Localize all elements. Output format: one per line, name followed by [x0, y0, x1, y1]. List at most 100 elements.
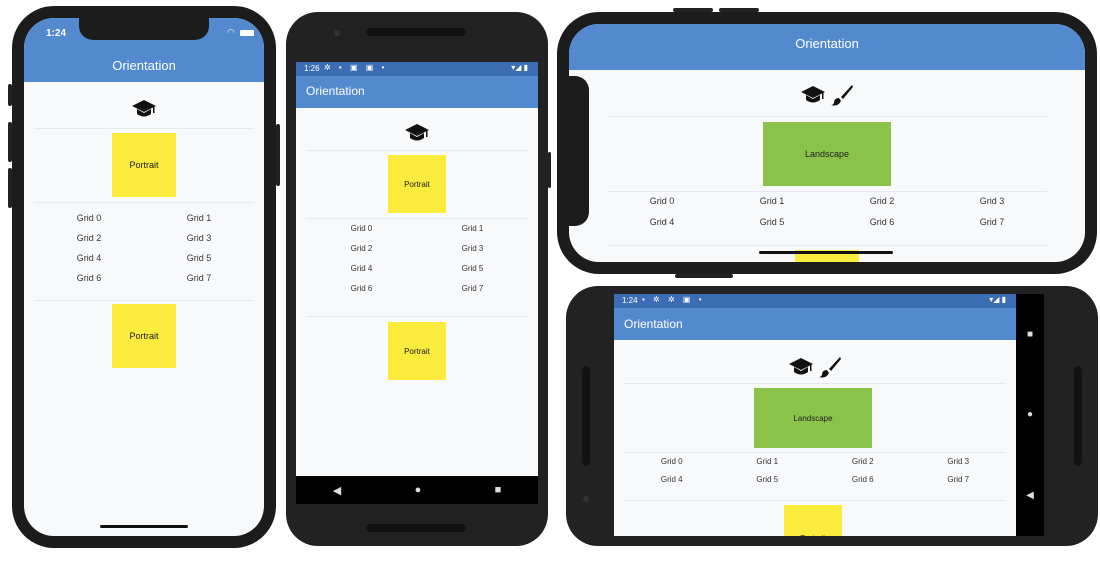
iphone-portrait-screen: 1:24 ◠ Orientation Portrait Grid 0 Grid … [24, 18, 264, 536]
divider [624, 383, 1006, 384]
icon-row [296, 122, 538, 144]
front-camera [583, 496, 589, 502]
iphone-portrait-device: 1:24 ◠ Orientation Portrait Grid 0 Grid … [8, 6, 280, 548]
android-portrait-screen: 1:26 ✲ ▪ ▣ ▣ • ▾◢ ▮ Orientation Portrait… [296, 62, 538, 504]
paint-brush-icon [830, 84, 854, 106]
power-button [276, 124, 280, 186]
volume-button [8, 168, 12, 208]
back-icon[interactable]: ◀ [333, 484, 341, 497]
status-time: 1:26 [304, 64, 320, 73]
app-bar: Orientation [614, 308, 1016, 340]
grid-item: Grid 2 [76, 233, 102, 243]
android-landscape-device: 1:24 ▪ ✲ ✲ ▣ • ▾◢ ▮ Orientation Landscap… [566, 286, 1098, 546]
page-title: Orientation [795, 36, 859, 51]
status-bar: 1:24 ▪ ✲ ✲ ▣ • ▾◢ ▮ [614, 294, 1016, 308]
grid-item: Grid 3 [947, 457, 970, 466]
grid-item: Grid 0 [649, 196, 675, 206]
back-icon[interactable]: ◀ [1026, 490, 1034, 501]
portrait-box: Portrait [112, 133, 176, 197]
power-button [675, 274, 733, 278]
portrait-label: Portrait [404, 179, 430, 189]
iphone-landscape-device: Orientation Landscape Grid 0 Grid 1 Grid… [557, 8, 1097, 278]
grid-item: Grid 5 [756, 475, 779, 484]
grid-item: Grid 1 [759, 196, 785, 206]
nav-bar: ■ ● ◀ [1016, 294, 1044, 536]
grid-item: Grid 0 [350, 224, 373, 233]
grid-item: Grid 7 [947, 475, 970, 484]
divider [624, 452, 1006, 453]
landscape-box: Landscape [763, 122, 891, 186]
grid-item: Grid 7 [979, 217, 1005, 227]
status-bar: 1:26 ✲ ▪ ▣ ▣ • ▾◢ ▮ [296, 62, 538, 76]
app-bar: Orientation [569, 24, 1085, 70]
grid-item: Grid 6 [869, 217, 895, 227]
grid-item: Grid 7 [461, 284, 484, 293]
portrait-box: Portrait [784, 505, 842, 536]
grid-item: Grid 4 [660, 475, 683, 484]
portrait-box: Portrait [388, 155, 446, 213]
graduation-cap-icon [788, 356, 814, 378]
icon-row [24, 98, 264, 120]
app-bar: Orientation [296, 76, 538, 108]
divider [607, 191, 1047, 192]
grid-item: Grid 3 [979, 196, 1005, 206]
nav-bar: ◀ ● ■ [296, 476, 538, 504]
icon-row [614, 356, 1016, 378]
grid-item: Grid 2 [350, 244, 373, 253]
portrait-label: Portrait [404, 346, 430, 356]
android-landscape-screen: 1:24 ▪ ✲ ✲ ▣ • ▾◢ ▮ Orientation Landscap… [614, 294, 1044, 536]
earpiece [366, 28, 466, 36]
grid-item: Grid 5 [461, 264, 484, 273]
power-button [548, 152, 551, 188]
android-portrait-device: 1:26 ✲ ▪ ▣ ▣ • ▾◢ ▮ Orientation Portrait… [286, 12, 551, 546]
speaker-grille [1074, 366, 1082, 466]
graduation-cap-icon [800, 84, 826, 106]
grid-item: Grid 6 [851, 475, 874, 484]
portrait-label: Portrait [129, 331, 159, 341]
divider [306, 316, 528, 317]
home-icon[interactable]: ● [1027, 409, 1033, 420]
status-time: 1:24 [46, 28, 67, 39]
divider [34, 202, 254, 203]
app-bar: 1:24 ◠ Orientation [24, 18, 264, 82]
grid-item: Grid 6 [350, 284, 373, 293]
home-indicator[interactable] [759, 251, 893, 254]
grid-item: Grid 2 [851, 457, 874, 466]
home-indicator[interactable] [100, 525, 188, 528]
volume-button [719, 8, 759, 12]
grid: Grid 0 Grid 1 Grid 2 Grid 3 Grid 4 Grid … [607, 196, 1047, 227]
grid-item: Grid 2 [869, 196, 895, 206]
grid-item: Grid 4 [350, 264, 373, 273]
divider [624, 500, 1006, 501]
volume-button [8, 84, 12, 106]
home-icon[interactable]: ● [415, 484, 422, 496]
recents-icon[interactable]: ■ [1027, 329, 1033, 340]
signal-icon: ▾◢ ▮ [989, 295, 1006, 304]
divider [306, 218, 528, 219]
page-title: Orientation [306, 84, 365, 98]
recents-icon[interactable]: ■ [495, 484, 502, 496]
portrait-label: Portrait [129, 160, 159, 170]
divider [306, 150, 528, 151]
divider [607, 116, 1047, 117]
notification-icons: ✲ ▪ ▣ ▣ • [324, 63, 388, 72]
grid-item: Grid 1 [186, 213, 212, 223]
signal-icon: ▾◢ ▮ [511, 63, 528, 72]
grid-item: Grid 4 [76, 253, 102, 263]
grid-item: Grid 3 [186, 233, 212, 243]
grid-item: Grid 0 [76, 213, 102, 223]
notch [79, 18, 209, 40]
divider [34, 300, 254, 301]
grid-item: Grid 1 [756, 457, 779, 466]
portrait-label: Portrait [800, 534, 826, 536]
grid-item: Grid 7 [186, 273, 212, 283]
divider [34, 128, 254, 129]
icon-row [569, 84, 1085, 106]
iphone-landscape-screen: Orientation Landscape Grid 0 Grid 1 Grid… [569, 24, 1085, 262]
graduation-cap-icon [131, 98, 157, 120]
notification-icons: ▪ ✲ ✲ ▣ • [642, 295, 705, 304]
volume-button [8, 122, 12, 162]
wifi-icon: ◠ [227, 27, 235, 37]
front-camera [334, 30, 340, 36]
landscape-label: Landscape [804, 149, 850, 159]
